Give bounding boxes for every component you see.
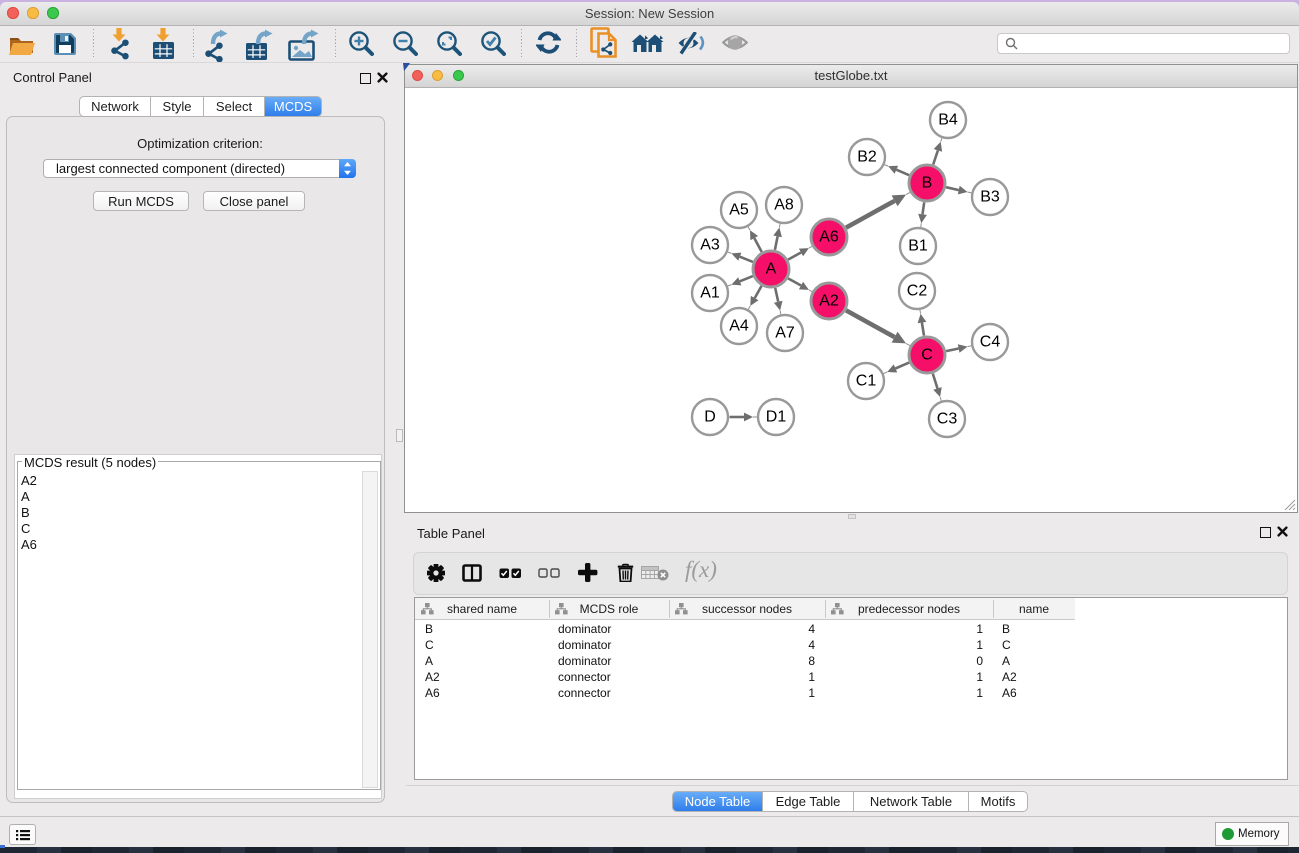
svg-text:A3: A3 — [700, 237, 720, 254]
svg-text:A6: A6 — [819, 229, 839, 246]
svg-text:B2: B2 — [857, 149, 877, 166]
svg-text:C3: C3 — [937, 411, 958, 428]
svg-text:D: D — [704, 409, 716, 426]
svg-text:B: B — [922, 175, 933, 192]
svg-text:C: C — [921, 347, 933, 364]
svg-text:C2: C2 — [907, 283, 928, 300]
svg-text:A2: A2 — [819, 293, 839, 310]
svg-text:A4: A4 — [729, 318, 749, 335]
svg-text:B4: B4 — [938, 112, 958, 129]
svg-text:A8: A8 — [774, 197, 794, 214]
svg-text:A5: A5 — [729, 202, 749, 219]
svg-text:A1: A1 — [700, 285, 720, 302]
svg-text:D1: D1 — [766, 409, 787, 426]
svg-text:A7: A7 — [775, 325, 795, 342]
svg-text:C1: C1 — [856, 373, 877, 390]
svg-text:B3: B3 — [980, 189, 1000, 206]
svg-text:A: A — [766, 261, 777, 278]
svg-text:B1: B1 — [908, 238, 928, 255]
svg-text:C4: C4 — [980, 334, 1001, 351]
